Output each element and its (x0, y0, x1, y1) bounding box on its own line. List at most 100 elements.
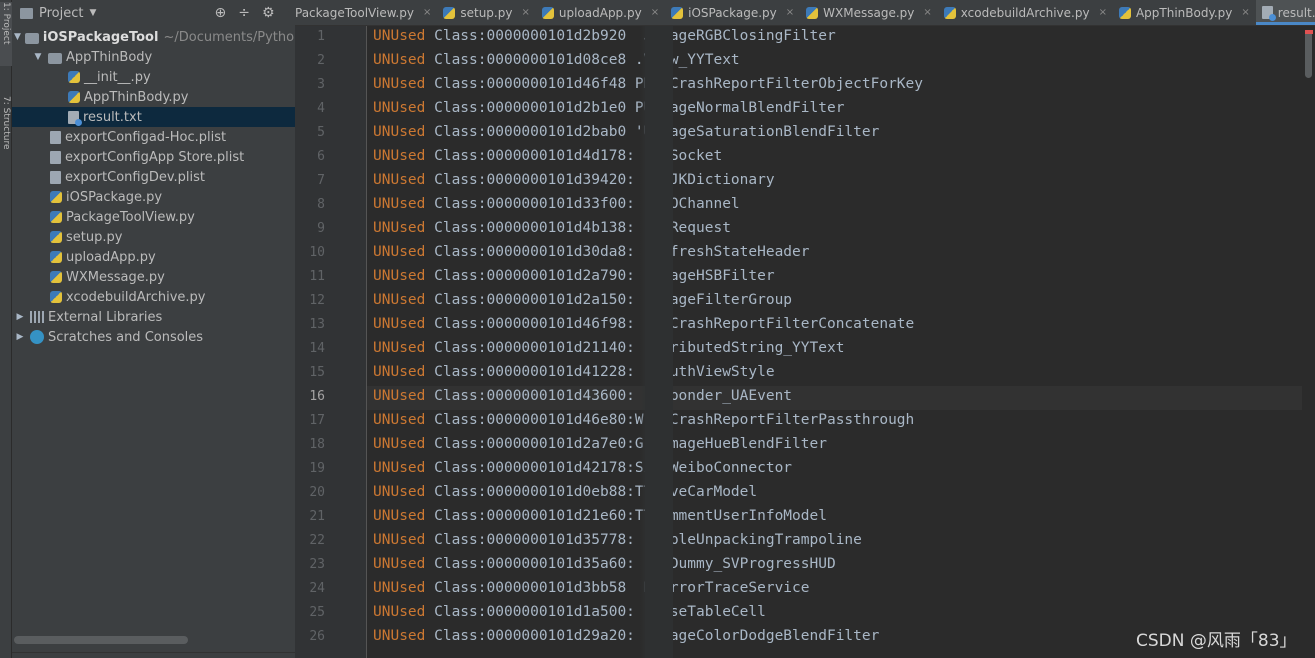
text-token: Class:0000000101d43600: esponder_UAEvent (425, 388, 793, 404)
editor-tab[interactable]: iOSPackage.py × (665, 0, 800, 25)
collapse-all-icon[interactable]: ÷ (238, 5, 250, 21)
editor-tab[interactable]: WXMessage.py × (800, 0, 938, 25)
code-line[interactable]: 4 UNUsed Class:0000000101d2b1e0 PUImageNo… (295, 98, 1315, 122)
error-stripe-marker[interactable] (1305, 30, 1313, 34)
project-tool-tab[interactable]: 1: Project (0, 2, 12, 66)
code-line[interactable]: 7 UNUsed Class:0000000101d39420: DKJKDict… (295, 170, 1315, 194)
line-content: UNUsed Class:0000000101d42178:Si WeiboCo… (373, 460, 792, 476)
tree-item[interactable]: AppThinBody.py (12, 87, 295, 107)
keyword-token: UNUsed (373, 460, 426, 476)
locate-icon[interactable]: ⊕ (215, 5, 227, 21)
code-line[interactable]: 14 UNUsed Class:0000000101d21140: ttribut… (295, 338, 1315, 362)
python-file-icon (50, 251, 62, 263)
horizontal-scrollbar[interactable] (14, 636, 188, 644)
tree-item[interactable]: exportConfigApp Store.plist (12, 147, 295, 167)
gear-icon[interactable]: ⚙ (262, 5, 275, 21)
chevron-down-icon[interactable]: ▼ (89, 8, 96, 18)
close-icon[interactable]: × (923, 7, 931, 18)
code-line[interactable]: 11 UNUsed Class:0000000101d2a790: ImageHS… (295, 266, 1315, 290)
tree-item-label: exportConfigDev.plist (65, 169, 205, 185)
project-panel-header[interactable]: Project ▼ ⊕ ÷ ⚙ · (12, 0, 295, 26)
keyword-token: UNUsed (373, 532, 426, 548)
tree-item[interactable]: xcodebuildArchive.py (12, 287, 295, 307)
close-icon[interactable]: × (1099, 7, 1107, 18)
code-line[interactable]: 15 UNUsed Class:0000000101d41228: KAuthVi… (295, 362, 1315, 386)
line-content: UNUsed Class:0000000101d2a150: ImageFilt… (373, 292, 792, 308)
code-line[interactable]: 3 UNUsed Class:0000000101d46f48 PKKSCrash… (295, 74, 1315, 98)
tree-item[interactable]: __init__.py (12, 67, 295, 87)
keyword-token: UNUsed (373, 628, 426, 644)
code-line[interactable]: 17 UNUsed Class:0000000101d46e80:W SCrash… (295, 410, 1315, 434)
structure-tool-tab[interactable]: 7: Structure (0, 96, 12, 176)
code-line[interactable]: 20 UNUsed Class:0000000101d0eb88:TT veCar… (295, 482, 1315, 506)
keyword-token: UNUsed (373, 148, 426, 164)
vertical-scrollbar[interactable] (1302, 26, 1315, 658)
code-line[interactable]: 22 UNUsed Class:0000000101d35778: TupleUn… (295, 530, 1315, 554)
code-line[interactable]: 1 UNUsed Class:0000000101d2b920 JImageRGB… (295, 26, 1315, 50)
tree-item-label: PackageToolView.py (66, 209, 195, 225)
editor-tab[interactable]: result.txt× (1255, 0, 1315, 25)
code-line[interactable]: 8 UNUsed Class:0000000101d33f00: KVOChann… (295, 194, 1315, 218)
tree-item[interactable]: setup.py (12, 227, 295, 247)
tree-item[interactable]: exportConfigDev.plist (12, 167, 295, 187)
python-file-icon (50, 291, 62, 303)
tree-item[interactable]: iOSPackage.py (12, 187, 295, 207)
line-number: 24 (309, 581, 325, 596)
text-token: Class:0000000101d35a60: dsDummy_SVProgre… (425, 556, 836, 572)
tree-item[interactable]: ▼ AppThinBody (12, 47, 295, 67)
code-line[interactable]: 10 UNUsed Class:0000000101d30da8: Refresh… (295, 242, 1315, 266)
editor-tab[interactable]: setup.py × (437, 0, 536, 25)
code-line[interactable]: 24 UNUsed Class:0000000101d3bb58 BFErrorT… (295, 578, 1315, 602)
tree-item[interactable]: ▶ External Libraries (12, 307, 295, 327)
tree-item[interactable]: exportConfigad-Hoc.plist (12, 127, 295, 147)
code-line[interactable]: 16 UNUsed Class:0000000101d43600: esponde… (295, 386, 1315, 410)
editor-tab[interactable]: uploadApp.py × (536, 0, 665, 25)
line-number: 21 (309, 509, 325, 524)
tree-item[interactable]: ▼ iOSPackageTool ~/Documents/PythonSt (12, 27, 316, 47)
close-icon[interactable]: × (423, 7, 431, 18)
chevron-down-icon[interactable]: ▼ (32, 52, 44, 62)
tree-item-label: xcodebuildArchive.py (66, 289, 206, 305)
editor-tab-bar: PackageToolView.py × setup.py × uploadApp.py… (295, 0, 1315, 26)
project-folder-icon (20, 7, 33, 19)
code-line[interactable]: 12 UNUsed Class:0000000101d2a150: ImageFi… (295, 290, 1315, 314)
editor-tab-label: iOSPackage.py (688, 5, 777, 20)
tree-item[interactable]: uploadApp.py (12, 247, 295, 267)
chevron-right-icon[interactable]: ▶ (14, 312, 26, 322)
tree-item[interactable]: ▶ Scratches and Consoles (12, 327, 295, 347)
editor-tab[interactable]: xcodebuildArchive.py × (938, 0, 1113, 25)
code-line[interactable]: 25 UNUsed Class:0000000101d1a500: BaseTab… (295, 602, 1315, 626)
line-content: UNUsed Class:0000000101d29a20: ImageColo… (373, 628, 879, 644)
tree-item[interactable]: WXMessage.py (12, 267, 295, 287)
code-line[interactable]: 9 UNUsed Class:0000000101d4b138: SHReques… (295, 218, 1315, 242)
keyword-token: UNUsed (373, 604, 426, 620)
tree-item[interactable]: result.txt (12, 107, 295, 127)
text-editor[interactable]: 1 UNUsed Class:0000000101d2b920 JImageRGB… (295, 26, 1315, 658)
code-line[interactable]: 23 UNUsed Class:0000000101d35a60: dsDummy… (295, 554, 1315, 578)
close-icon[interactable]: × (521, 7, 529, 18)
code-line[interactable]: 19 UNUsed Class:0000000101d42178:Si Weibo… (295, 458, 1315, 482)
scrollbar-thumb[interactable] (1305, 30, 1312, 78)
code-line[interactable]: 18 UNUsed Class:0000000101d2a7e0:GP mageH… (295, 434, 1315, 458)
line-content: UNUsed Class:0000000101d33f00: KVOChanne… (373, 196, 740, 212)
python-file-icon (443, 6, 456, 19)
code-line[interactable]: 2 UNUsed Class:0000000101d08ce8 .View_YYT… (295, 50, 1315, 74)
line-number: 8 (317, 197, 325, 212)
project-panel-title: Project (39, 5, 84, 21)
code-line[interactable]: 6 UNUsed Class:0000000101d4d178: RESocket (295, 146, 1315, 170)
editor-tab[interactable]: PackageToolView.py × (295, 0, 437, 25)
close-icon[interactable]: × (651, 7, 659, 18)
code-line[interactable]: 5 UNUsed Class:0000000101d2bab0 'UImageSa… (295, 122, 1315, 146)
chevron-down-icon[interactable]: ▼ (14, 32, 21, 42)
editor-tab[interactable]: AppThinBody.py × (1113, 0, 1256, 25)
text-file-icon (1261, 6, 1276, 21)
code-line[interactable]: 21 UNUsed Class:0000000101d21e60:TT mment… (295, 506, 1315, 530)
keyword-token: UNUsed (373, 124, 426, 140)
tree-item[interactable]: PackageToolView.py (12, 207, 295, 227)
tree-item-path: ~/Documents/PythonSt (163, 29, 316, 45)
chevron-right-icon[interactable]: ▶ (14, 332, 26, 342)
close-icon[interactable]: × (786, 7, 794, 18)
close-icon[interactable]: × (1241, 7, 1249, 18)
line-content: UNUsed Class:0000000101d3bb58 BFErrorTra… (373, 580, 810, 596)
code-line[interactable]: 13 UNUsed Class:0000000101d46f98: KSCrash… (295, 314, 1315, 338)
